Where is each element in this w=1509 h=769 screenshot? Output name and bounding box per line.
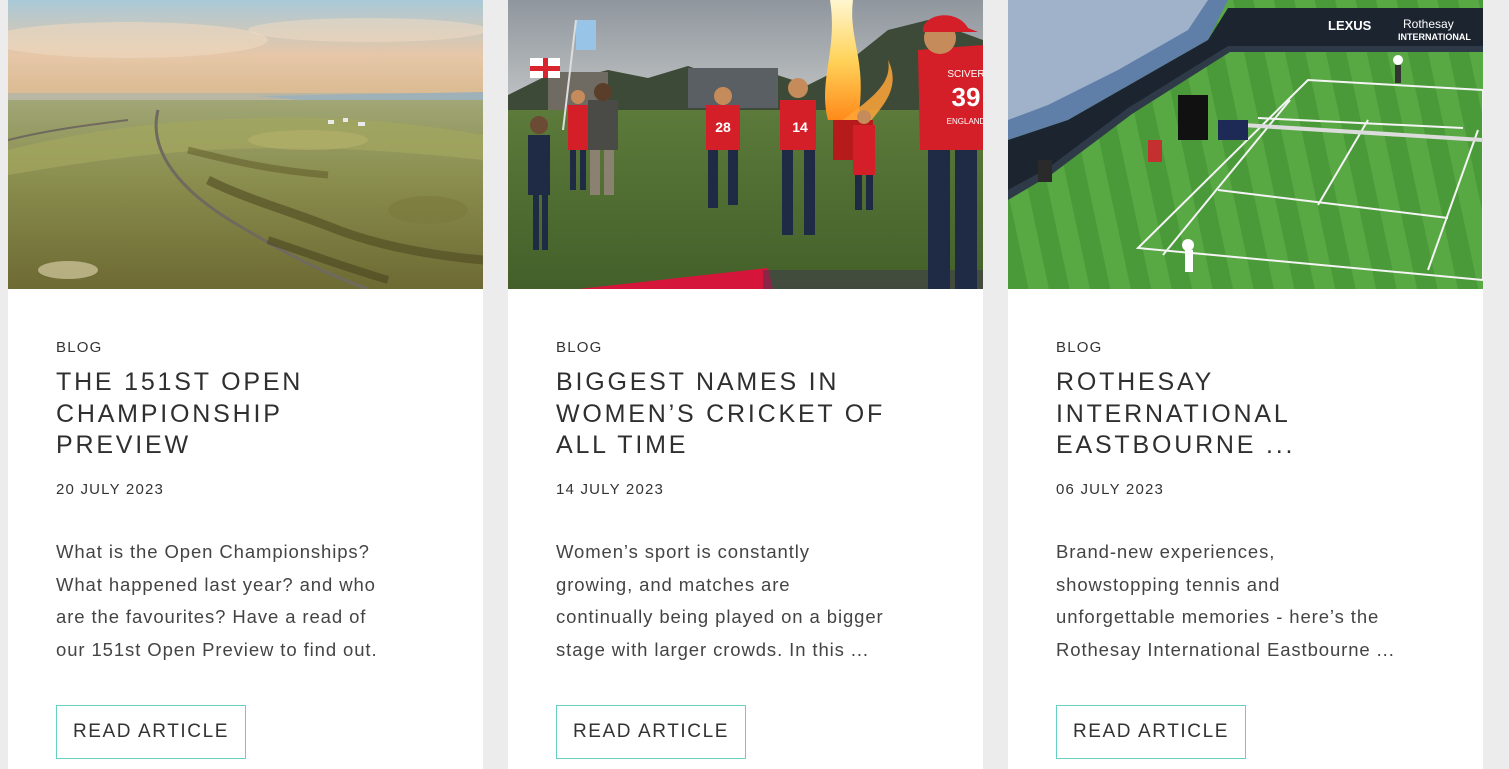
article-category: BLOG	[1056, 339, 1103, 356]
article-card-body: BLOG BIGGEST NAMES IN WOMEN’S CRICKET OF…	[556, 339, 946, 759]
excerpt-line: Rothesay International Eastbourne ...	[1056, 639, 1395, 661]
title-line: PREVIEW	[56, 431, 191, 459]
article-card-body: BLOG THE 151ST OPEN CHAMPIONSHIP PREVIEW…	[56, 339, 446, 759]
article-card: BLOG THE 151ST OPEN CHAMPIONSHIP PREVIEW…	[8, 0, 483, 769]
excerpt-line: unforgettable memories - here’s the	[1056, 606, 1380, 628]
article-title[interactable]: ROTHESAY INTERNATIONAL EASTBOURNE ...	[1056, 367, 1446, 462]
title-line: WOMEN’S CRICKET OF	[556, 399, 886, 428]
excerpt-line: continually being played on a bigger	[556, 606, 884, 628]
shirt-name: SCIVER	[947, 69, 983, 80]
article-title[interactable]: THE 151ST OPEN CHAMPIONSHIP PREVIEW	[56, 367, 446, 462]
title-line: BIGGEST NAMES IN	[556, 368, 840, 396]
article-date: 06 JULY 2023	[1056, 481, 1165, 498]
tennis-player	[1182, 239, 1194, 251]
golf-links-aerial-photo[interactable]	[8, 0, 483, 289]
title-line: THE 151ST OPEN	[56, 368, 304, 396]
article-category: BLOG	[56, 339, 103, 356]
excerpt-line: Brand-new experiences,	[1056, 541, 1276, 562]
article-excerpt: Brand-new experiences, showstopping tenn…	[1056, 536, 1436, 667]
title-line: ALL TIME	[556, 431, 689, 459]
tennis-court-aerial-photo[interactable]: LEXUS Rothesay INTERNATIONAL	[1008, 0, 1483, 289]
tennis-player	[1393, 55, 1403, 65]
shirt-number: 28	[715, 119, 731, 135]
title-line: INTERNATIONAL	[1056, 399, 1291, 428]
article-title[interactable]: BIGGEST NAMES IN WOMEN’S CRICKET OF ALL …	[556, 367, 946, 462]
excerpt-line: showstopping tennis and	[1056, 573, 1281, 595]
article-category: BLOG	[556, 339, 603, 356]
excerpt-line: stage with larger crowds. In this ...	[556, 639, 869, 661]
title-line: CHAMPIONSHIP	[56, 399, 283, 428]
cricket-players-walkout-photo[interactable]: 28 14 SCIVER 39 ENGLAND	[508, 0, 983, 289]
excerpt-line: What is the Open Championships?	[56, 541, 370, 562]
sponsor-logo-text: LEXUS	[1328, 18, 1372, 33]
shirt-number: 39	[952, 82, 981, 112]
excerpt-line: are the favourites? Have a read of	[56, 606, 367, 628]
article-card: 28 14 SCIVER 39 ENGLAND BLOG BIGGEST NAM…	[508, 0, 983, 769]
shirt-number: 14	[792, 119, 808, 135]
excerpt-line: our 151st Open Preview to find out.	[56, 639, 378, 661]
read-article-button[interactable]: READ ARTICLE	[556, 705, 746, 759]
article-date: 14 JULY 2023	[556, 481, 665, 498]
title-line: EASTBOURNE ...	[1056, 431, 1296, 459]
article-card-body: BLOG ROTHESAY INTERNATIONAL EASTBOURNE .…	[1056, 339, 1446, 759]
article-excerpt: Women’s sport is constantly growing, and…	[556, 536, 936, 667]
title-line: ROTHESAY	[1056, 368, 1215, 396]
article-card: LEXUS Rothesay INTERNATIONAL BLOG ROTHES…	[1008, 0, 1483, 769]
article-excerpt: What is the Open Championships? What hap…	[56, 536, 436, 667]
excerpt-line: growing, and matches are	[556, 573, 791, 595]
sponsor-logo-text: Rothesay	[1403, 17, 1454, 31]
article-date: 20 JULY 2023	[56, 481, 165, 498]
shirt-country: ENGLAND	[947, 117, 983, 126]
sponsor-logo-text: INTERNATIONAL	[1398, 32, 1471, 42]
read-article-button[interactable]: READ ARTICLE	[56, 705, 246, 759]
excerpt-line: What happened last year? and who	[56, 573, 376, 595]
excerpt-line: Women’s sport is constantly	[556, 541, 810, 562]
read-article-button[interactable]: READ ARTICLE	[1056, 705, 1246, 759]
